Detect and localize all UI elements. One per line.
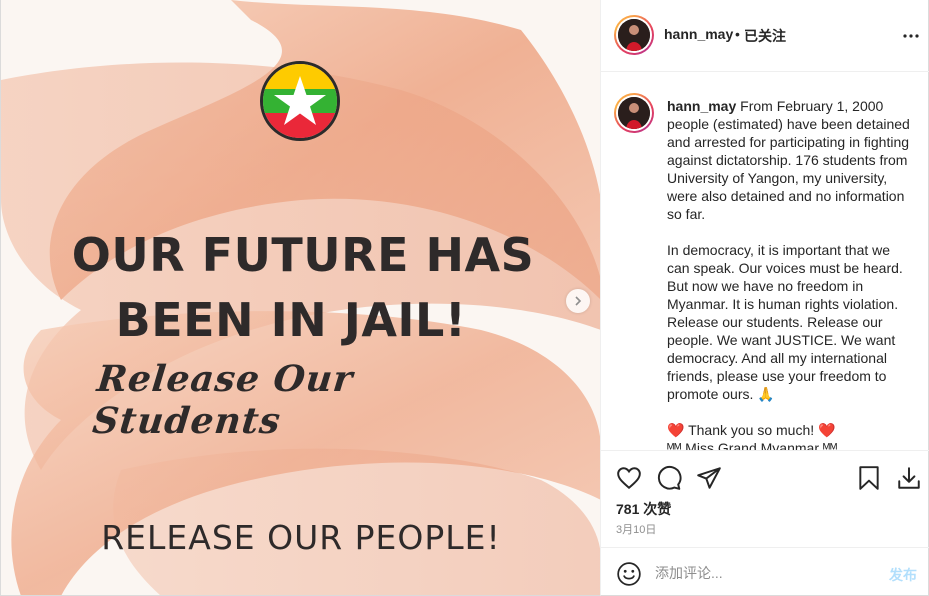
more-horizontal-icon xyxy=(903,34,919,38)
caption-paragraph-2: In democracy, it is important that we ca… xyxy=(667,242,907,402)
post-side-panel: hann_may • 已关注 hann_may From February 1,… xyxy=(600,0,929,596)
comment-icon xyxy=(657,465,682,490)
red-heart-icon: ❤️ xyxy=(667,422,685,438)
add-comment-bar: 发布 xyxy=(601,547,929,595)
post-caption: hann_may From February 1, 2000 people (e… xyxy=(667,97,911,450)
like-count[interactable]: 781 次赞 xyxy=(616,499,671,519)
save-button[interactable] xyxy=(856,465,882,491)
follow-status-button[interactable]: 已关注 xyxy=(744,26,786,46)
red-heart-icon: ❤️ xyxy=(818,422,836,438)
post-date[interactable]: 3月10日 xyxy=(616,521,656,537)
heart-icon xyxy=(617,467,641,490)
emoji-icon xyxy=(617,562,641,586)
caption-paragraph-1: From February 1, 2000 people (estimated)… xyxy=(667,98,914,222)
caption-username[interactable]: hann_may xyxy=(667,98,736,114)
avatar[interactable] xyxy=(614,15,654,55)
header-username[interactable]: hann_may xyxy=(664,26,733,42)
caption-signoff: ᴹᴹ Miss Grand Myanmar ᴹᴹ xyxy=(667,440,838,450)
myanmar-flag-icon xyxy=(260,61,340,141)
caption-thanks: Thank you so much! xyxy=(688,422,815,438)
release-people-text: RELEASE OUR PEOPLE! xyxy=(101,518,501,557)
comments-scroll-area[interactable]: hann_may From February 1, 2000 people (e… xyxy=(601,73,929,450)
share-icon xyxy=(697,467,721,489)
script-subtitle: Release Our Students xyxy=(90,358,356,442)
download-icon xyxy=(898,467,920,489)
next-image-button[interactable] xyxy=(566,289,590,313)
bookmark-icon xyxy=(859,466,879,490)
chevron-right-icon xyxy=(575,296,582,306)
download-button[interactable] xyxy=(896,465,922,491)
action-bar xyxy=(601,450,929,496)
post-header: hann_may • 已关注 xyxy=(601,0,929,72)
more-options-button[interactable] xyxy=(899,24,923,48)
post-comment-button[interactable]: 发布 xyxy=(889,565,917,585)
post-image[interactable]: OUR FUTURE HAS BEEN IN JAIL! Release Our… xyxy=(0,0,600,596)
pray-emoji-icon: 🙏 xyxy=(757,386,775,402)
headline-line-2: BEEN IN JAIL! xyxy=(115,293,467,347)
comment-input[interactable] xyxy=(655,558,875,588)
separator-dot: • xyxy=(735,26,740,42)
emoji-button[interactable] xyxy=(616,561,642,587)
comment-button[interactable] xyxy=(656,465,682,491)
headline-line-1: OUR FUTURE HAS xyxy=(71,228,535,282)
like-button[interactable] xyxy=(616,465,642,491)
caption-avatar[interactable] xyxy=(614,93,654,133)
share-button[interactable] xyxy=(696,465,722,491)
